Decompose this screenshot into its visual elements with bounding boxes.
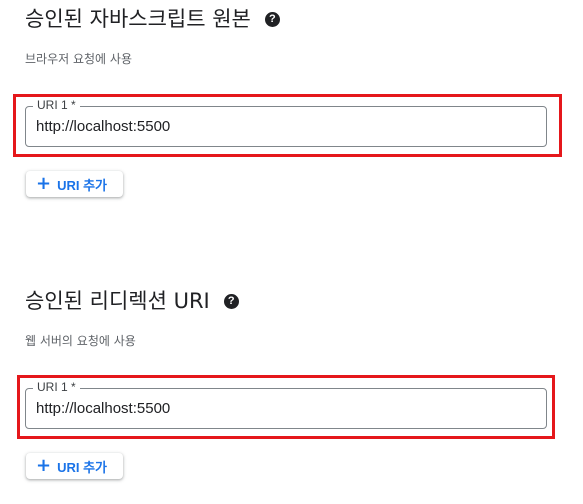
redirects-add-uri-label: URI 추가 — [57, 459, 108, 475]
redirects-help-icon[interactable]: ? — [223, 293, 239, 309]
redirects-title-text: 승인된 리디렉션 URI — [25, 289, 210, 313]
plus-icon: + — [36, 455, 52, 476]
redirects-title: 승인된 리디렉션 URI ? — [25, 287, 239, 315]
redirects-add-uri-button[interactable]: + URI 추가 — [26, 453, 123, 479]
redirects-section: 승인된 리디렉션 URI ? 웹 서버의 요청에 사용 URI 1 * + UR… — [0, 0, 583, 504]
redirects-description: 웹 서버의 요청에 사용 — [25, 334, 136, 348]
redirects-uri-field[interactable]: URI 1 * — [25, 380, 547, 429]
redirects-uri-input[interactable] — [36, 389, 536, 428]
